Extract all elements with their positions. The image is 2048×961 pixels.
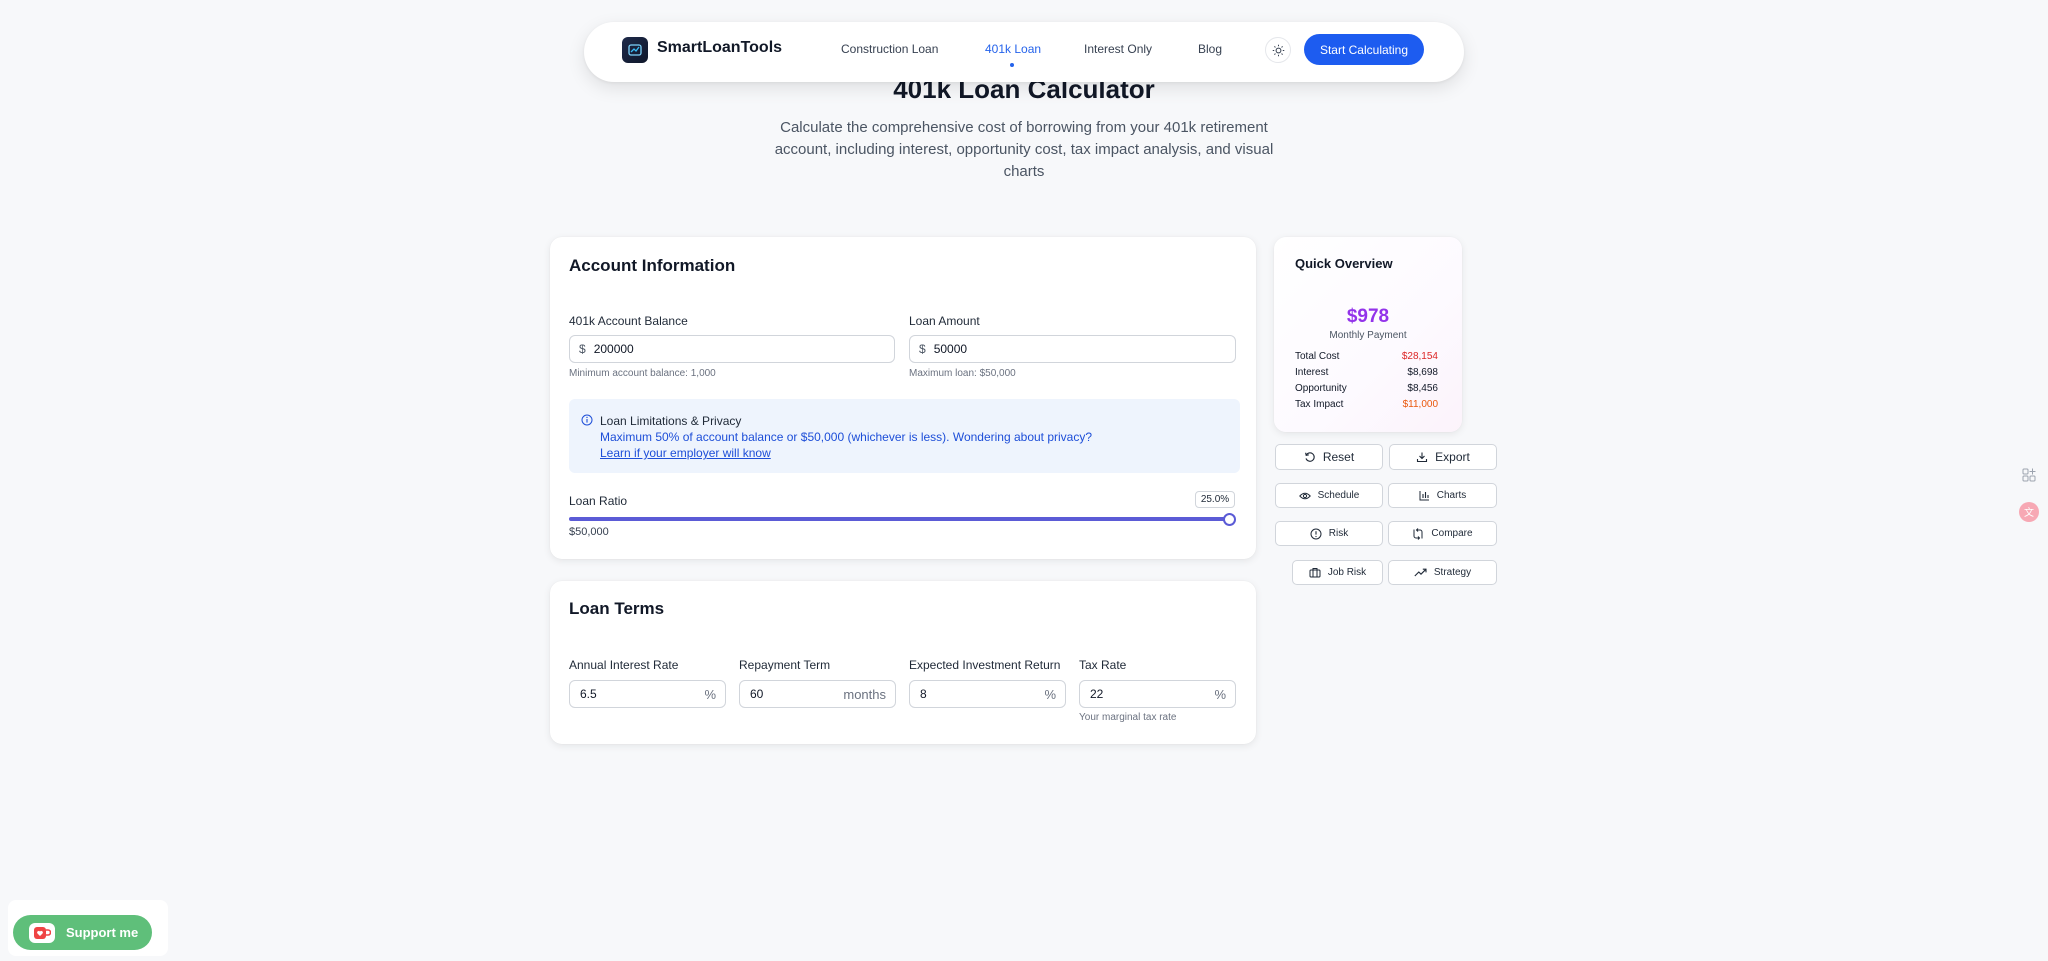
charts-button[interactable]: Charts <box>1388 483 1497 508</box>
nav-link-construction-loan[interactable]: Construction Loan <box>841 42 938 56</box>
active-indicator <box>1010 63 1014 67</box>
loan-ratio-amount: $50,000 <box>569 526 609 538</box>
schedule-button[interactable]: Schedule <box>1275 483 1383 508</box>
loan-ratio-badge: 25.0% <box>1195 491 1235 508</box>
row-label: Opportunity <box>1295 383 1347 394</box>
strategy-button[interactable]: Strategy <box>1388 560 1497 585</box>
compare-arrows-icon <box>1413 527 1423 540</box>
support-me-label: Support me <box>66 925 139 940</box>
nav-link-blog[interactable]: Blog <box>1198 42 1222 56</box>
employer-privacy-link[interactable]: Learn if your employer will know <box>600 446 771 460</box>
overview-title: Quick Overview <box>1295 256 1393 271</box>
logo-icon[interactable] <box>622 37 648 63</box>
tax-rate-label: Tax Rate <box>1079 658 1127 672</box>
row-value: $28,154 <box>1401 351 1438 362</box>
info-icon <box>581 414 593 426</box>
risk-label: Risk <box>1328 528 1349 539</box>
loan-limitations-info: Loan Limitations & Privacy Maximum 50% o… <box>569 399 1240 473</box>
reset-label: Reset <box>1322 450 1355 464</box>
card-title: Account Information <box>569 256 736 275</box>
investment-return-value[interactable]: 8 <box>920 687 927 701</box>
percent-suffix: % <box>704 686 716 702</box>
tax-rate-hint: Your marginal tax rate <box>1079 712 1177 723</box>
alert-circle-icon <box>1310 528 1322 539</box>
job-risk-label: Job Risk <box>1327 567 1367 578</box>
reset-icon <box>1304 452 1315 462</box>
overview-row-tax-impact: Tax Impact $11,000 <box>1295 399 1480 410</box>
repayment-term-label: Repayment Term <box>739 658 831 672</box>
monthly-payment-label: Monthly Payment <box>1329 330 1407 341</box>
loan-amount-hint: Maximum loan: $50,000 <box>909 368 1016 379</box>
repayment-term-input[interactable]: 60 months <box>739 680 896 708</box>
export-button[interactable]: Export <box>1389 444 1497 470</box>
schedule-label: Schedule <box>1317 490 1360 501</box>
card-title: Loan Terms <box>569 599 665 618</box>
repayment-term-value[interactable]: 60 <box>750 687 763 701</box>
account-information-card: Account Information 401k Account Balance… <box>550 237 1256 559</box>
percent-suffix: % <box>1044 686 1056 702</box>
nav-link-401k-loan[interactable]: 401k Loan <box>985 42 1041 56</box>
loan-ratio-slider[interactable] <box>569 517 1229 521</box>
nav-link-interest-only[interactable]: Interest Only <box>1084 42 1152 56</box>
row-label: Interest <box>1295 367 1329 378</box>
start-calculating-button[interactable]: Start Calculating <box>1304 34 1424 65</box>
trending-up-icon <box>1414 568 1427 577</box>
loan-ratio-label: Loan Ratio <box>569 494 628 508</box>
loan-ratio-slider-handle[interactable] <box>1223 513 1236 526</box>
row-label: Tax Impact <box>1295 399 1344 410</box>
reset-button[interactable]: Reset <box>1275 444 1383 470</box>
quick-overview-card: Quick Overview $978 Monthly Payment Tota… <box>1274 237 1462 432</box>
risk-button[interactable]: Risk <box>1275 521 1383 546</box>
interest-rate-label: Annual Interest Rate <box>569 658 679 672</box>
briefcase-icon <box>1309 568 1321 578</box>
currency-prefix: $ <box>919 342 926 356</box>
info-text: Maximum 50% of account balance or $50,00… <box>600 430 1093 444</box>
investment-return-input[interactable]: 8 % <box>909 680 1066 708</box>
apps-grid-icon[interactable] <box>2021 467 2037 483</box>
balance-label: 401k Account Balance <box>569 314 688 328</box>
tax-rate-input[interactable]: 22 % <box>1079 680 1236 708</box>
top-navbar: SmartLoanTools Construction Loan 401k Lo… <box>584 22 1464 82</box>
monthly-payment-amount: $978 <box>1346 306 1390 327</box>
strategy-label: Strategy <box>1433 567 1472 578</box>
balance-hint: Minimum account balance: 1,000 <box>569 368 716 379</box>
bar-chart-icon <box>1419 491 1429 501</box>
percent-suffix: % <box>1214 686 1226 702</box>
svg-text:文: 文 <box>2024 506 2034 519</box>
row-value: $8,456 <box>1407 383 1438 394</box>
theme-toggle-button[interactable] <box>1265 37 1291 63</box>
row-value: $11,000 <box>1402 399 1438 410</box>
compare-label: Compare <box>1431 528 1473 539</box>
download-icon <box>1417 452 1428 463</box>
brand-name[interactable]: SmartLoanTools <box>657 39 782 57</box>
overview-row-opportunity: Opportunity $8,456 <box>1295 383 1480 394</box>
interest-rate-value[interactable]: 6.5 <box>580 687 597 701</box>
interest-rate-input[interactable]: 6.5 % <box>569 680 726 708</box>
loan-amount-input[interactable]: $ 50000 <box>909 335 1236 363</box>
loan-terms-card: Loan Terms Annual Interest Rate 6.5 % Re… <box>550 581 1256 744</box>
eye-icon <box>1298 492 1311 499</box>
compare-button[interactable]: Compare <box>1388 521 1497 546</box>
overview-row-total-cost: Total Cost $28,154 <box>1295 351 1480 362</box>
translate-icon[interactable]: 文 <box>2019 502 2039 522</box>
info-title: Loan Limitations & Privacy <box>600 414 742 428</box>
currency-prefix: $ <box>579 342 586 356</box>
page-subtitle: Calculate the comprehensive cost of borr… <box>774 119 1274 180</box>
overview-row-interest: Interest $8,698 <box>1295 367 1480 378</box>
tax-rate-value[interactable]: 22 <box>1090 687 1103 701</box>
row-label: Total Cost <box>1295 351 1340 362</box>
job-risk-button[interactable]: Job Risk <box>1292 560 1383 585</box>
charts-label: Charts <box>1436 490 1467 501</box>
loan-amount-label: Loan Amount <box>909 314 980 328</box>
coffee-cup-icon <box>29 922 55 943</box>
support-me-button[interactable]: Support me <box>13 915 152 950</box>
balance-input[interactable]: $ 200000 <box>569 335 895 363</box>
balance-value[interactable]: 200000 <box>594 342 634 356</box>
investment-return-label: Expected Investment Return <box>909 658 1061 672</box>
months-suffix: months <box>843 686 886 702</box>
row-value: $8,698 <box>1407 367 1438 378</box>
loan-amount-value[interactable]: 50000 <box>934 342 967 356</box>
export-label: Export <box>1435 450 1470 464</box>
sun-icon <box>1272 44 1284 56</box>
